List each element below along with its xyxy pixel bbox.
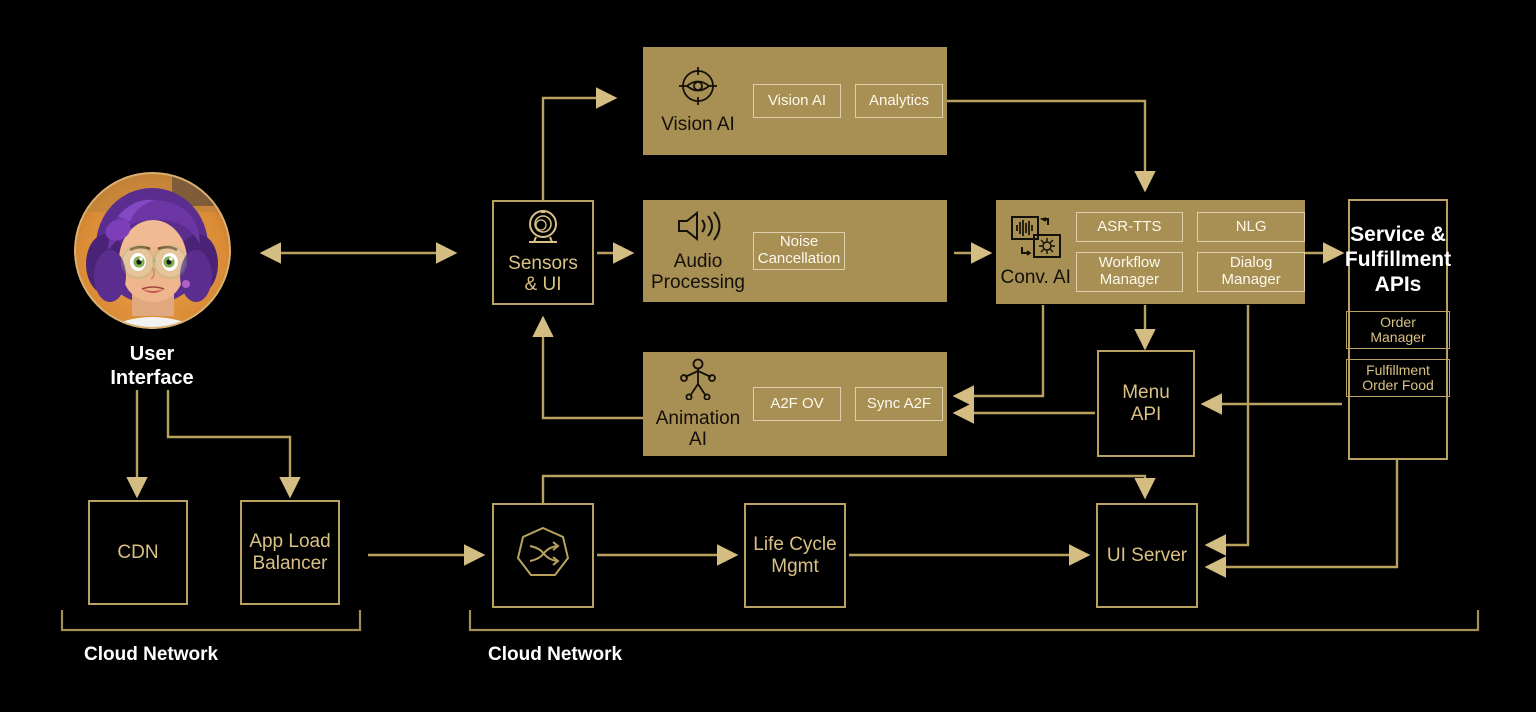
chip-vision-ai[interactable]: Vision AI [753,84,841,118]
user-interface-label: User Interface [52,342,252,390]
vision-ai-label: Vision AI [661,114,735,136]
menu-api-line2: API [1130,403,1162,425]
service-fulfillment-apis-box[interactable]: Service & Fulfillment APIs Order Manager… [1345,199,1451,460]
animation-ai-panel[interactable]: Animation AI A2F OV Sync A2F [643,352,947,456]
chip-analytics[interactable]: Analytics [855,84,943,118]
chip-a2f-ov[interactable]: A2F OV [753,387,841,421]
lifecycle-line1: Life Cycle [753,533,837,555]
sensors-label-line1: Sensors [508,252,578,274]
alb-line1: App Load [249,530,331,552]
service-apis-title-line3: APIs [1374,272,1422,296]
menu-api-box[interactable]: Menu API [1097,350,1195,457]
chip-noise-cancellation[interactable]: Noise Cancellation [753,232,845,270]
animation-label-line1: Animation [655,407,741,429]
chip-workflow-manager[interactable]: Workflow Manager [1075,252,1184,292]
architecture-diagram: User Interface Sensors & UI Vision AI Vi… [0,0,1536,712]
chip-dialog-manager[interactable]: Dialog Manager [1197,252,1305,292]
chip-fulfillment-order-food[interactable]: Fulfillment Order Food [1346,359,1450,398]
service-apis-title-line1: Service & [1350,223,1446,246]
vision-ai-chips: Vision AI Analytics [753,84,943,118]
alb-line2: Balancer [252,552,328,574]
service-apis-title-line2: Fulfillment [1344,247,1452,271]
animation-label-line2: AI [689,428,707,450]
cdn-box[interactable]: CDN [88,500,188,605]
router-box[interactable] [492,503,594,608]
audio-icon-group: Audio Processing [643,209,753,294]
body-rig-icon [678,358,718,405]
user-label-line2: Interface [110,367,194,389]
animation-label: Animation AI [655,407,741,451]
service-apis-title: Service & Fulfillment APIs [1345,223,1451,297]
chip-order-manager[interactable]: Order Manager [1346,311,1450,350]
chip-asr-tts[interactable]: ASR-TTS [1075,212,1184,242]
avatar [74,172,231,329]
audio-label-line2: Processing [651,271,745,293]
cloud-network-left-caption: Cloud Network [84,644,219,665]
chip-sync-a2f[interactable]: Sync A2F [855,387,943,421]
ui-server-label: UI Server [1106,544,1188,566]
conv-ai-label: Conv. AI [1000,267,1071,289]
sensors-label-line2: & UI [524,274,562,296]
conversational-ai-panel[interactable]: Conv. AI ASR-TTS NLG Workflow Manager Di… [996,200,1305,304]
conv-ai-chips: ASR-TTS NLG Workflow Manager Dialog Mana… [1075,212,1305,292]
audio-label-line1: Audio [673,250,723,272]
app-load-balancer-box[interactable]: App Load Balancer [240,500,340,605]
cloud-network-right-caption: Cloud Network [488,644,623,665]
menu-api-line1: Menu [1122,381,1170,403]
speaker-waves-icon [673,209,723,248]
shuffle-heptagon-icon [514,525,572,587]
audio-processing-panel[interactable]: Audio Processing Noise Cancellation [643,200,947,302]
ui-server-box[interactable]: UI Server [1096,503,1198,608]
sensors-and-ui-box[interactable]: Sensors & UI [492,200,594,305]
user-label-line1: User [129,343,175,365]
vision-ai-panel[interactable]: Vision AI Vision AI Analytics [643,47,947,155]
cdn-label: CDN [117,541,159,563]
audio-label: Audio Processing [651,250,745,294]
audio-chips: Noise Cancellation [753,232,845,270]
animation-chips: A2F OV Sync A2F [753,387,943,421]
life-cycle-mgmt-box[interactable]: Life Cycle Mgmt [744,503,846,608]
waveform-neural-icon [1008,215,1064,264]
vision-ai-icon-group: Vision AI [643,66,753,136]
chip-nlg[interactable]: NLG [1197,212,1305,242]
eye-target-icon [675,66,721,111]
animation-icon-group: Animation AI [643,358,753,451]
webcam-icon [522,209,564,251]
conv-ai-icon-group: Conv. AI [996,215,1076,289]
lifecycle-line2: Mgmt [771,555,819,577]
